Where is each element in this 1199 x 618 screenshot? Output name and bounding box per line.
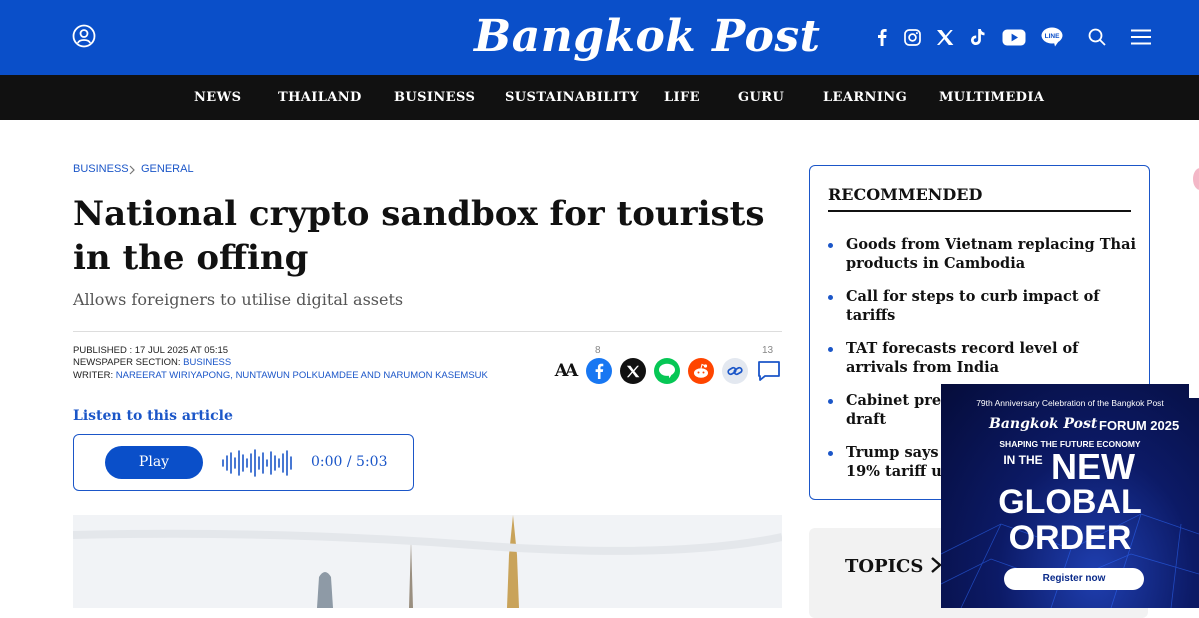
recommended-item-title[interactable]: TAT forecasts record level of arrivals f… [846, 339, 1138, 377]
x-share-icon[interactable] [620, 358, 646, 384]
bullet [828, 243, 833, 248]
floating-badge[interactable] [1193, 168, 1199, 190]
newspaper-section: NEWSPAPER SECTION: BUSINESS [73, 357, 231, 369]
article-photo [73, 515, 782, 608]
newspaper-section-link[interactable]: BUSINESS [183, 357, 231, 368]
topics-link[interactable]: TOPICS [845, 556, 942, 577]
topics-label: TOPICS [845, 556, 924, 577]
reddit-share-icon[interactable] [688, 358, 714, 384]
play-button[interactable]: Play [105, 446, 203, 479]
register-button[interactable]: Register now [1004, 568, 1144, 590]
nav-item-life[interactable]: LIFE [664, 75, 700, 120]
ad-order: ORDER [1008, 519, 1132, 557]
line-icon-label: LINE [1045, 33, 1060, 40]
comment-count: 13 [762, 345, 774, 356]
bullet [828, 347, 833, 352]
writer: WRITER: NAREERAT WIRIYAPONG, NUNTAWUN PO… [73, 370, 488, 382]
ad-close-icon[interactable] [1189, 384, 1199, 398]
facebook-icon[interactable] [874, 26, 890, 48]
recommended-divider [828, 210, 1131, 212]
nav-item-sustainability[interactable]: SUSTAINABILITY [505, 75, 639, 120]
recommended-title: RECOMMENDED [828, 185, 983, 204]
article-subhead: Allows foreigners to utilise digital ass… [73, 290, 404, 309]
published-date: PUBLISHED : 17 JUL 2025 AT 05:15 [73, 345, 229, 356]
breadcrumb-section[interactable]: BUSINESS [73, 163, 129, 175]
nav-item-thailand[interactable]: THAILAND [278, 75, 362, 120]
menu-icon[interactable] [1130, 26, 1152, 48]
chevron-right-icon [930, 557, 942, 573]
ad-global: GLOBAL [998, 483, 1142, 521]
recommended-item-title[interactable]: Goods from Vietnam replacing Thai produc… [846, 235, 1138, 273]
ad-logo: Bangkok Post [989, 416, 1098, 432]
x-icon[interactable] [935, 26, 955, 48]
font-size-icon[interactable]: AA [551, 358, 579, 384]
audio-player: Play 0:00 / 5:03 [73, 434, 414, 491]
line-share-icon[interactable] [654, 358, 680, 384]
tiktok-icon[interactable] [968, 26, 988, 48]
writer-label: WRITER: [73, 370, 116, 381]
ad-in-the: IN THE [1003, 453, 1043, 467]
instagram-icon[interactable] [902, 26, 922, 48]
youtube-icon[interactable] [1001, 26, 1027, 48]
facebook-share-icon[interactable] [586, 358, 612, 384]
article-headline: National crypto sandbox for tourists in … [73, 194, 765, 278]
font-size-label: AA [554, 361, 578, 381]
divider [73, 331, 782, 332]
facebook-share-count: 8 [595, 345, 601, 356]
user-icon[interactable] [72, 24, 96, 48]
nav-item-business[interactable]: BUSINESS [394, 75, 475, 120]
search-icon[interactable] [1087, 26, 1107, 48]
chevron-right-icon [126, 163, 138, 175]
ad-top-text: 79th Anniversary Celebration of the Bang… [976, 398, 1164, 408]
copy-link-icon[interactable] [722, 358, 748, 384]
bullet [828, 295, 833, 300]
top-header: Bangkok Post LINE [0, 0, 1199, 75]
site-logo[interactable]: Bangkok Post [474, 8, 820, 66]
comment-icon[interactable] [756, 358, 782, 384]
recommended-item-title[interactable]: Cabinet prep draft [846, 391, 956, 429]
line-icon[interactable]: LINE [1040, 26, 1064, 48]
nav-item-guru[interactable]: GURU [738, 75, 784, 120]
recommended-item-title[interactable]: Call for steps to curb impact of tariffs [846, 287, 1138, 325]
nav-item-learning[interactable]: LEARNING [823, 75, 907, 120]
writer-link[interactable]: NAREERAT WIRIYAPONG, NUNTAWUN POLKUAMDEE… [116, 370, 488, 381]
nav-item-multimedia[interactable]: MULTIMEDIA [939, 75, 1044, 120]
ad-new: NEW [1051, 446, 1135, 487]
forum-ad-banner[interactable]: 79th Anniversary Celebration of the Bang… [941, 384, 1199, 608]
breadcrumb-subsection[interactable]: GENERAL [141, 163, 194, 175]
recommended-item-title[interactable]: Trump says I 19% tariff un [846, 443, 956, 481]
audio-time: 0:00 / 5:03 [311, 454, 388, 470]
main-nav: NEWS THAILAND BUSINESS SUSTAINABILITY LI… [0, 75, 1199, 120]
ad-forum: FORUM 2025 [1099, 418, 1180, 433]
listen-label: Listen to this article [73, 408, 233, 424]
bullet [828, 399, 833, 404]
bullet [828, 451, 833, 456]
nav-item-news[interactable]: NEWS [194, 75, 241, 120]
newspaper-section-label: NEWSPAPER SECTION: [73, 357, 184, 368]
waveform-icon [221, 448, 295, 478]
